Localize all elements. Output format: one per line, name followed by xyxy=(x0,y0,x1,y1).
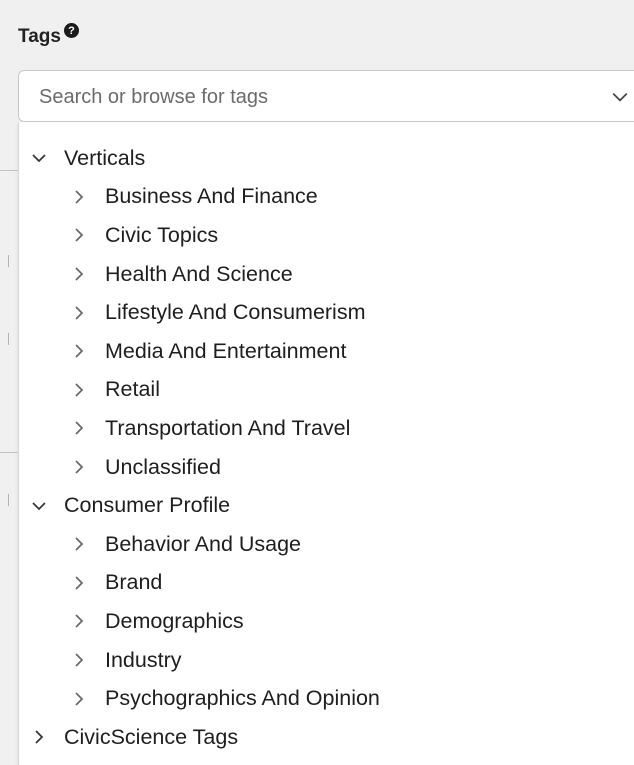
tree-node-label: Verticals xyxy=(64,145,146,170)
tree-node[interactable]: Lifestyle And Consumerism xyxy=(19,293,634,332)
tree-node[interactable]: Behavior And Usage xyxy=(19,525,634,564)
divider xyxy=(8,333,9,345)
tree-node[interactable]: Industry xyxy=(19,641,634,680)
tree-node[interactable]: Consumer Profile xyxy=(19,486,634,525)
tree-node[interactable]: Retail xyxy=(19,371,634,410)
search-placeholder[interactable]: Search or browse for tags xyxy=(39,86,268,109)
tags-field-label: Tags ? xyxy=(18,23,79,48)
field-label: Tags xyxy=(18,26,61,47)
chevron-down-icon[interactable] xyxy=(611,88,629,106)
tree-node[interactable]: Transportation And Travel xyxy=(19,409,634,448)
chevron-right-icon[interactable] xyxy=(71,536,87,552)
chevron-right-icon[interactable] xyxy=(71,420,87,436)
tree-node[interactable]: Demographics xyxy=(19,602,634,641)
tree-node[interactable]: Brand xyxy=(19,564,634,603)
tree-node-label: Demographics xyxy=(105,608,244,633)
tag-tree: Verticals Business And Finance Civic Topic… xyxy=(19,139,634,757)
tree-node[interactable]: Media And Entertainment xyxy=(19,332,634,371)
tree-node-label: Civic Topics xyxy=(105,222,219,247)
tree-node[interactable]: Unclassified xyxy=(19,448,634,487)
chevron-right-icon[interactable] xyxy=(71,189,87,205)
tree-node-label: Health And Science xyxy=(105,261,293,286)
tree-node[interactable]: Civic Topics xyxy=(19,216,634,255)
divider xyxy=(0,452,18,453)
tree-node[interactable]: Health And Science xyxy=(19,255,634,294)
chevron-right-icon[interactable] xyxy=(71,343,87,359)
help-icon[interactable]: ? xyxy=(63,23,79,38)
tag-search-select[interactable]: Search or browse for tags xyxy=(18,70,634,122)
chevron-right-icon[interactable] xyxy=(71,305,87,321)
tree-node-label: CivicScience Tags xyxy=(64,724,239,749)
divider xyxy=(8,494,9,506)
tree-node-label: Media And Entertainment xyxy=(105,338,347,363)
chevron-right-icon[interactable] xyxy=(71,691,87,707)
tree-node[interactable]: CivicScience Tags xyxy=(19,718,634,757)
chevron-down-icon[interactable] xyxy=(31,150,47,166)
chevron-right-icon[interactable] xyxy=(71,382,87,398)
tree-node-label: Transportation And Travel xyxy=(105,415,351,440)
chevron-right-icon[interactable] xyxy=(71,266,87,282)
tree-node-label: Consumer Profile xyxy=(64,493,231,518)
chevron-right-icon[interactable] xyxy=(31,729,47,745)
tree-node[interactable]: Business And Finance xyxy=(19,178,634,217)
tree-node-label: Lifestyle And Consumerism xyxy=(105,300,366,325)
chevron-right-icon[interactable] xyxy=(71,613,87,629)
divider xyxy=(0,170,18,171)
chevron-down-icon[interactable] xyxy=(31,498,47,514)
chevron-right-icon[interactable] xyxy=(71,459,87,475)
chevron-right-icon[interactable] xyxy=(71,227,87,243)
tree-node-label: Industry xyxy=(105,647,182,672)
divider xyxy=(8,255,9,267)
tree-node-label: Retail xyxy=(105,377,160,402)
tree-node-label: Psychographics And Opinion xyxy=(105,686,380,711)
tree-node-label: Business And Finance xyxy=(105,184,318,209)
chevron-right-icon[interactable] xyxy=(71,575,87,591)
chevron-right-icon[interactable] xyxy=(71,652,87,668)
tree-node-label: Behavior And Usage xyxy=(105,531,302,556)
tree-node[interactable]: Psychographics And Opinion xyxy=(19,679,634,718)
tree-node-label: Brand xyxy=(105,570,163,595)
tree-node-label: Unclassified xyxy=(105,454,221,479)
tag-tree-dropdown: Verticals Business And Finance Civic Topic… xyxy=(18,122,634,765)
tree-node[interactable]: Verticals xyxy=(19,139,634,178)
